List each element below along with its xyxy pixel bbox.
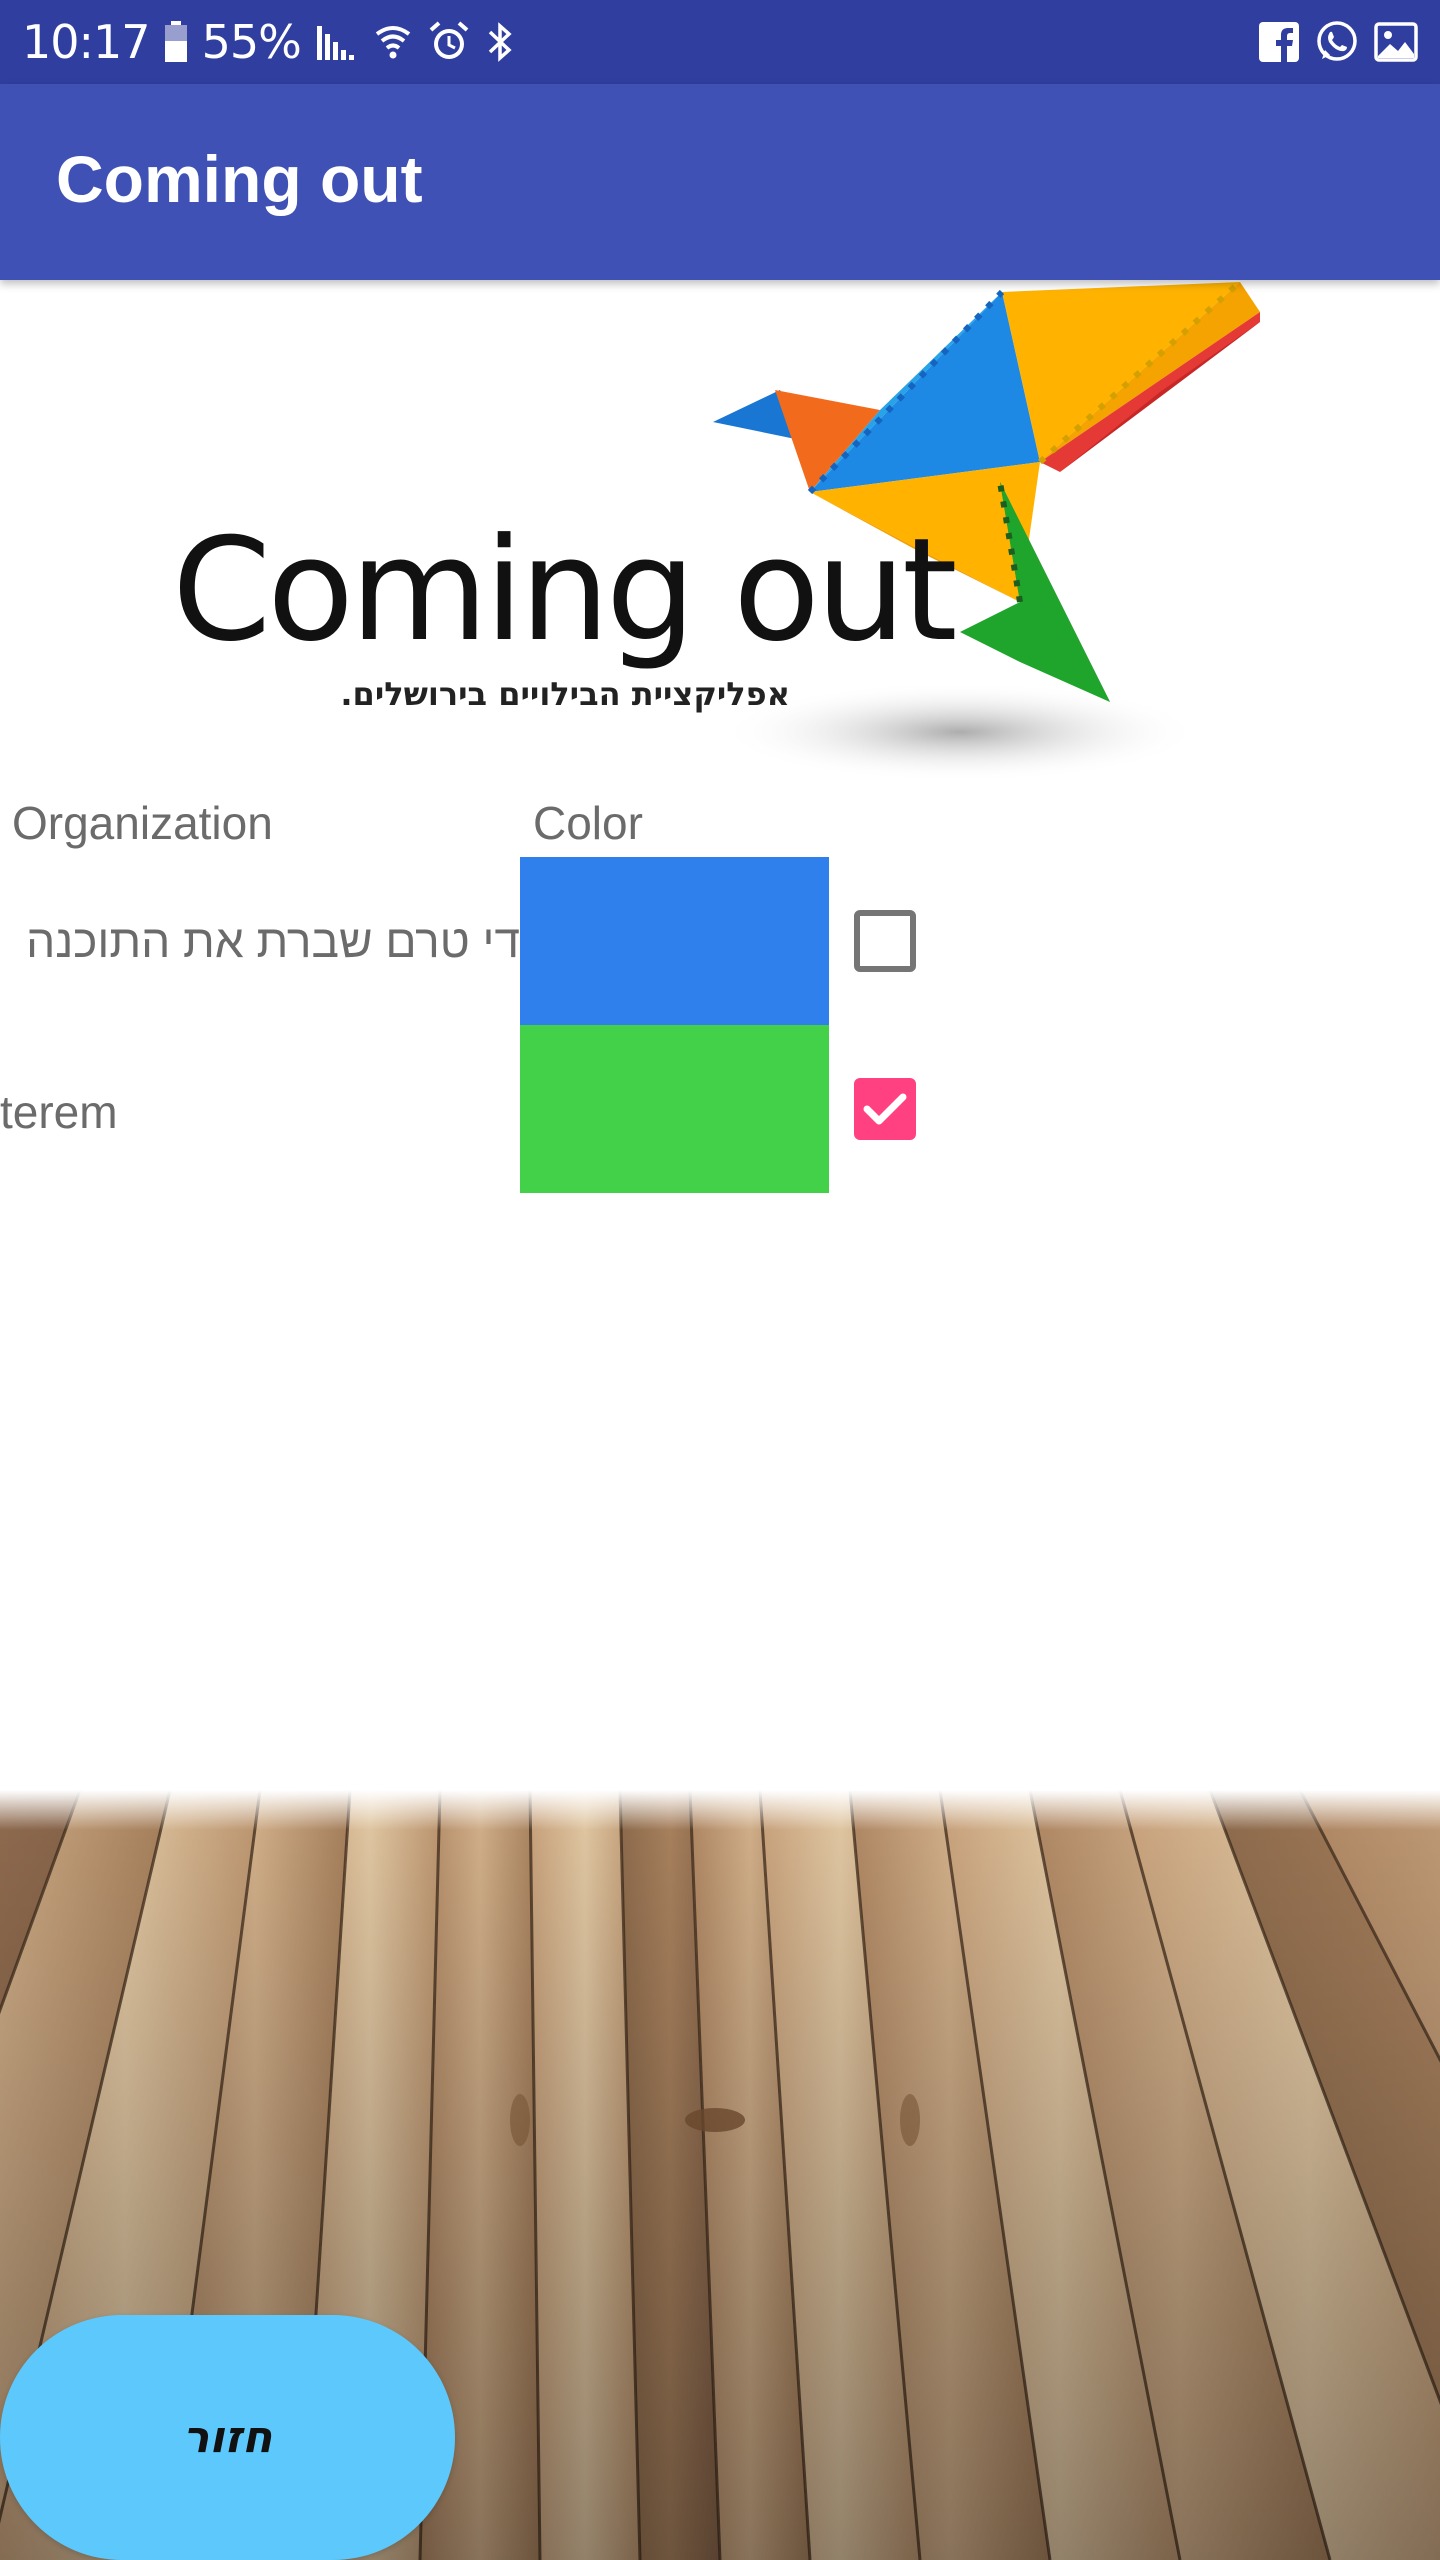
- bluetooth-icon: [485, 20, 515, 64]
- alarm-icon: [427, 20, 471, 64]
- whatsapp-icon: [1314, 19, 1360, 65]
- status-bar: 10:17 55%: [0, 0, 1440, 84]
- color-swatch: [520, 1025, 829, 1193]
- color-header: Color: [533, 797, 643, 849]
- wifi-icon: [373, 22, 413, 62]
- app-bar: Coming out: [0, 84, 1440, 280]
- checkmark-icon: [863, 1093, 907, 1125]
- signal-icon: [315, 22, 359, 62]
- image-icon: [1374, 22, 1418, 62]
- battery-percent: 55%: [201, 15, 302, 69]
- row-organization-name: די טרם שברת את התוכנה: [26, 915, 520, 967]
- color-swatch: [520, 857, 829, 1025]
- row-checkbox-checked[interactable]: [854, 1078, 916, 1140]
- status-right: [1258, 19, 1418, 65]
- screen: 10:17 55% Coming out Coming out אפליקציי…: [0, 0, 1440, 2560]
- back-button[interactable]: חזור: [0, 2315, 455, 2560]
- battery-icon: [164, 21, 188, 63]
- logo-tagline: אפליקציית הבילויים בירושלים.: [340, 675, 790, 713]
- organization-header: Organization: [12, 797, 273, 849]
- logo-wordmark: Coming out: [172, 508, 958, 673]
- facebook-icon: [1258, 21, 1300, 63]
- app-title: Coming out: [56, 142, 423, 216]
- status-left: 10:17 55%: [22, 19, 515, 65]
- row-checkbox-unchecked[interactable]: [854, 910, 916, 972]
- status-time: 10:17: [22, 15, 151, 69]
- row-organization-name: terem: [0, 1086, 118, 1138]
